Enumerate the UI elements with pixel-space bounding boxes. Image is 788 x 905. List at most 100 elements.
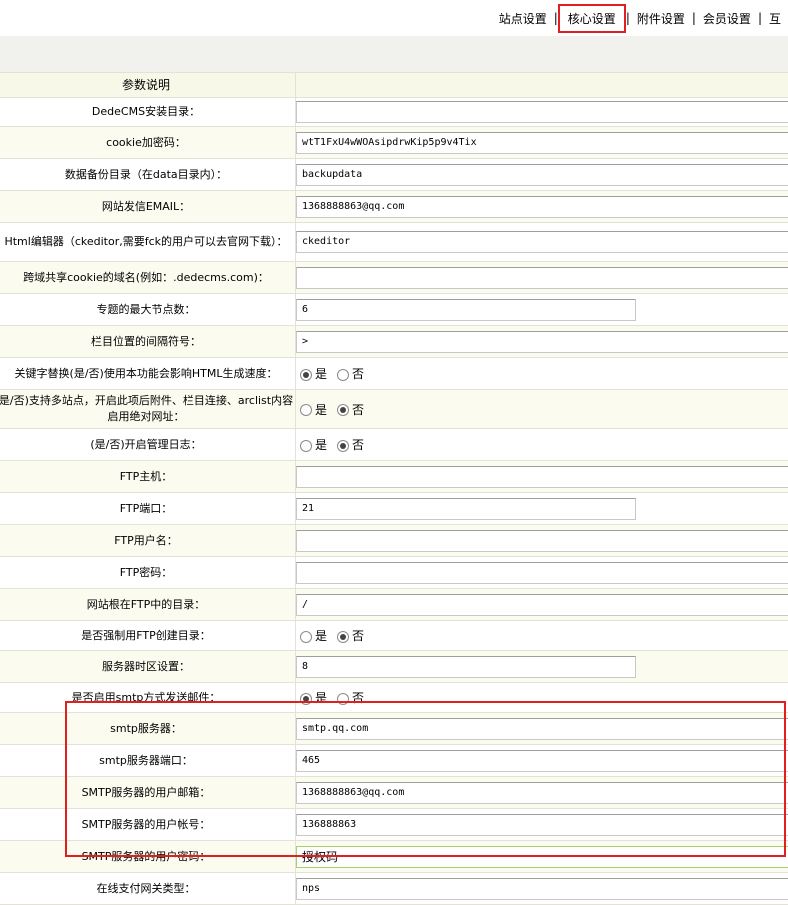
- setting-label: cookie加密码：: [0, 127, 296, 159]
- radio-button-icon[interactable]: [300, 440, 312, 452]
- setting-input[interactable]: nps: [296, 878, 788, 900]
- setting-input[interactable]: 授权码: [296, 846, 788, 868]
- setting-value-cell: [296, 557, 788, 589]
- setting-label: FTP端口：: [0, 493, 296, 525]
- setting-label: 数据备份目录（在data目录内）：: [0, 159, 296, 191]
- setting-value-cell: backupdata: [296, 159, 788, 191]
- tab-2[interactable]: 核心设置: [558, 4, 626, 33]
- radio-button-icon[interactable]: [337, 693, 349, 705]
- setting-value-cell: 是否: [296, 429, 788, 461]
- setting-input[interactable]: wtT1FxU4wWOAsipdrwKip5p9v4Tix: [296, 132, 788, 154]
- radio-option-no[interactable]: 否: [337, 365, 364, 382]
- radio-button-icon[interactable]: [300, 404, 312, 416]
- setting-input[interactable]: 465: [296, 750, 788, 772]
- setting-value-cell: 8: [296, 651, 788, 683]
- setting-label: SMTP服务器的用户密码：: [0, 841, 296, 873]
- setting-input[interactable]: backupdata: [296, 164, 788, 186]
- radio-button-icon[interactable]: [300, 369, 312, 381]
- setting-row: FTP端口：21: [0, 493, 788, 525]
- setting-value-cell: [296, 525, 788, 557]
- setting-row: SMTP服务器的用户邮箱：1368888863@qq.com: [0, 777, 788, 809]
- setting-label: 跨域共享cookie的域名(例如：.dedecms.com)：: [0, 262, 296, 294]
- radio-button-icon[interactable]: [300, 631, 312, 643]
- setting-row: cookie加密码：wtT1FxU4wWOAsipdrwKip5p9v4Tix: [0, 127, 788, 159]
- settings-tabs: 站点设置|核心设置|附件设置|会员设置|互: [492, 0, 788, 36]
- setting-input[interactable]: /: [296, 594, 788, 616]
- radio-label: 否: [352, 438, 364, 452]
- setting-input[interactable]: 6: [296, 299, 636, 321]
- setting-input[interactable]: 8: [296, 656, 636, 678]
- radio-option-no[interactable]: 否: [337, 401, 364, 418]
- setting-label: 是否强制用FTP创建目录：: [0, 621, 296, 651]
- setting-row: 专题的最大节点数：6: [0, 294, 788, 326]
- radio-label: 是: [315, 367, 327, 381]
- tab-5[interactable]: 互: [762, 10, 788, 27]
- table-header-value: [296, 73, 788, 98]
- setting-value-cell: 1368888863@qq.com: [296, 777, 788, 809]
- setting-input[interactable]: >: [296, 331, 788, 353]
- setting-label: SMTP服务器的用户邮箱：: [0, 777, 296, 809]
- setting-value-cell: nps: [296, 873, 788, 905]
- setting-value-cell: wtT1FxU4wWOAsipdrwKip5p9v4Tix: [296, 127, 788, 159]
- radio-option-yes[interactable]: 是: [300, 436, 327, 453]
- radio-button-icon[interactable]: [337, 440, 349, 452]
- radio-option-yes[interactable]: 是: [300, 401, 327, 418]
- setting-input[interactable]: [296, 267, 788, 289]
- setting-row: 是否强制用FTP创建目录：是否: [0, 621, 788, 651]
- setting-row: (是/否)开启管理日志：是否: [0, 429, 788, 461]
- toolbar-band: [0, 36, 788, 73]
- radio-option-yes[interactable]: 是: [300, 627, 327, 644]
- setting-row: FTP主机：: [0, 461, 788, 493]
- tab-3[interactable]: 附件设置: [630, 10, 692, 27]
- setting-input[interactable]: ckeditor: [296, 231, 788, 253]
- radio-group: 是否: [296, 401, 788, 418]
- setting-input[interactable]: 21: [296, 498, 636, 520]
- radio-button-icon[interactable]: [337, 631, 349, 643]
- radio-option-yes[interactable]: 是: [300, 689, 327, 706]
- setting-row: 服务器时区设置：8: [0, 651, 788, 683]
- setting-value-cell: >: [296, 326, 788, 358]
- setting-label: 网站根在FTP中的目录：: [0, 589, 296, 621]
- radio-label: 是: [315, 438, 327, 452]
- radio-option-no[interactable]: 否: [337, 436, 364, 453]
- setting-row: 跨域共享cookie的域名(例如：.dedecms.com)：: [0, 262, 788, 294]
- radio-label: 否: [352, 691, 364, 705]
- setting-row: 是否启用smtp方式发送邮件： 是 否: [0, 683, 788, 713]
- setting-input[interactable]: 136888863: [296, 814, 788, 836]
- radio-button-icon[interactable]: [300, 693, 312, 705]
- top-nav-bar: 站点设置|核心设置|附件设置|会员设置|互: [0, 0, 788, 37]
- setting-value-cell: 是否: [296, 390, 788, 429]
- setting-input[interactable]: [296, 101, 788, 123]
- setting-row: SMTP服务器的用户帐号：136888863: [0, 809, 788, 841]
- setting-label: 是否启用smtp方式发送邮件：: [0, 683, 296, 713]
- setting-row: smtp服务器端口：465: [0, 745, 788, 777]
- setting-label: DedeCMS安装目录：: [0, 98, 296, 127]
- tab-1[interactable]: 站点设置: [492, 10, 554, 27]
- radio-group: 是否: [296, 365, 788, 382]
- setting-row: 是/否)支持多站点，开启此项后附件、栏目连接、arclist内容启用绝对网址：是…: [0, 390, 788, 429]
- setting-value-cell: [296, 98, 788, 127]
- setting-label: 关键字替换(是/否)使用本功能会影响HTML生成速度：: [0, 358, 296, 390]
- radio-button-icon[interactable]: [337, 404, 349, 416]
- setting-value-cell: 6: [296, 294, 788, 326]
- radio-option-no[interactable]: 否: [337, 689, 364, 706]
- setting-input[interactable]: smtp.qq.com: [296, 718, 788, 740]
- setting-input[interactable]: 1368888863@qq.com: [296, 782, 788, 804]
- radio-option-no[interactable]: 否: [337, 627, 364, 644]
- setting-row: DedeCMS安装目录：: [0, 98, 788, 127]
- setting-row: smtp服务器：smtp.qq.com: [0, 713, 788, 745]
- setting-input[interactable]: [296, 466, 788, 488]
- tab-4[interactable]: 会员设置: [696, 10, 758, 27]
- setting-input[interactable]: [296, 530, 788, 552]
- radio-label: 是: [315, 691, 327, 705]
- radio-button-icon[interactable]: [337, 369, 349, 381]
- settings-table: 参数说明 DedeCMS安装目录：cookie加密码：wtT1FxU4wWOAs…: [0, 72, 788, 905]
- setting-label: 栏目位置的间隔符号：: [0, 326, 296, 358]
- setting-input[interactable]: [296, 562, 788, 584]
- setting-row: SMTP服务器的用户密码：授权码: [0, 841, 788, 873]
- radio-option-yes[interactable]: 是: [300, 365, 327, 382]
- setting-label: 专题的最大节点数：: [0, 294, 296, 326]
- setting-value-cell: 21: [296, 493, 788, 525]
- setting-label: smtp服务器端口：: [0, 745, 296, 777]
- setting-input[interactable]: 1368888863@qq.com: [296, 196, 788, 218]
